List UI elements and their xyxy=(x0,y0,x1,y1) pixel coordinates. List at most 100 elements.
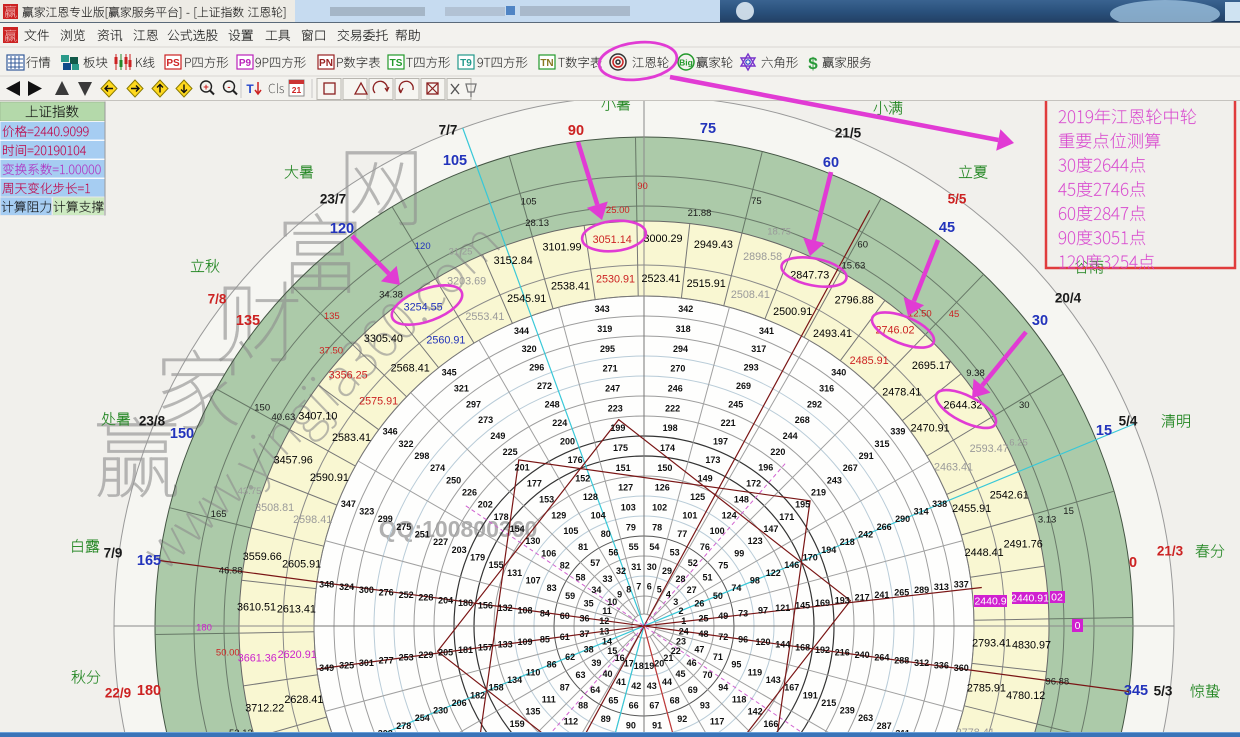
svg-text:2568.41: 2568.41 xyxy=(391,363,430,375)
svg-text:3712.22: 3712.22 xyxy=(245,703,284,715)
svg-text:75: 75 xyxy=(700,121,716,137)
svg-text:2508.41: 2508.41 xyxy=(731,289,770,301)
svg-text:79: 79 xyxy=(626,522,636,532)
svg-text:40: 40 xyxy=(602,669,612,679)
svg-text:44: 44 xyxy=(662,677,672,687)
svg-text:88: 88 xyxy=(578,701,588,711)
svg-text:105: 105 xyxy=(521,197,537,208)
svg-text:254: 254 xyxy=(415,713,430,723)
svg-text:336: 336 xyxy=(934,661,949,671)
svg-text:31: 31 xyxy=(631,562,641,572)
svg-text:216: 216 xyxy=(835,648,850,658)
svg-text:3508.81: 3508.81 xyxy=(255,502,294,514)
svg-text:19: 19 xyxy=(644,661,654,671)
svg-text:271: 271 xyxy=(603,364,618,374)
svg-text:105: 105 xyxy=(443,153,467,169)
svg-text:3407.10: 3407.10 xyxy=(298,410,337,422)
svg-text:133: 133 xyxy=(498,640,513,650)
svg-text:324: 324 xyxy=(339,582,354,592)
svg-text:37.50: 37.50 xyxy=(319,345,343,356)
svg-text:39: 39 xyxy=(591,658,601,668)
svg-text:323: 323 xyxy=(359,507,374,517)
svg-text:119: 119 xyxy=(748,667,763,677)
svg-text:147: 147 xyxy=(763,524,778,534)
svg-text:90: 90 xyxy=(568,123,584,139)
svg-text:170: 170 xyxy=(803,553,818,563)
svg-text:11: 11 xyxy=(602,606,612,616)
svg-text:343: 343 xyxy=(595,304,610,314)
svg-text:PS: PS xyxy=(166,58,180,69)
svg-text:15: 15 xyxy=(1096,423,1112,439)
svg-text:32: 32 xyxy=(616,566,626,576)
svg-text:345: 345 xyxy=(1124,683,1148,699)
svg-text:45: 45 xyxy=(939,220,955,236)
svg-text:2491.76: 2491.76 xyxy=(1004,539,1043,551)
svg-text:150: 150 xyxy=(170,426,194,442)
svg-text:18.75: 18.75 xyxy=(767,227,791,238)
svg-text:110: 110 xyxy=(526,667,541,677)
svg-text:134: 134 xyxy=(507,675,522,685)
svg-text:125: 125 xyxy=(690,492,705,502)
svg-text:73: 73 xyxy=(738,608,748,618)
svg-text:+: + xyxy=(203,82,209,93)
svg-text:321: 321 xyxy=(454,383,469,393)
svg-text:84: 84 xyxy=(540,608,550,618)
svg-text:2590.91: 2590.91 xyxy=(310,472,349,484)
svg-text:263: 263 xyxy=(858,713,873,723)
svg-text:142: 142 xyxy=(748,707,763,717)
svg-text:239: 239 xyxy=(840,706,855,716)
svg-text:111: 111 xyxy=(542,695,556,705)
svg-text:121: 121 xyxy=(775,603,790,613)
svg-text:272: 272 xyxy=(537,381,552,391)
svg-text:51: 51 xyxy=(702,573,712,583)
svg-text:196: 196 xyxy=(758,463,773,473)
svg-text:20/4: 20/4 xyxy=(1055,291,1082,306)
svg-text:4780.12: 4780.12 xyxy=(1006,690,1045,702)
svg-text:120: 120 xyxy=(755,637,770,647)
svg-text:24: 24 xyxy=(679,627,689,637)
svg-text:100: 100 xyxy=(710,526,725,536)
svg-text:22/9: 22/9 xyxy=(105,686,131,701)
svg-text:64: 64 xyxy=(590,685,600,695)
svg-text:101: 101 xyxy=(682,511,697,521)
svg-text:35: 35 xyxy=(584,598,594,608)
svg-text:13: 13 xyxy=(599,627,609,637)
svg-text:145: 145 xyxy=(795,601,810,611)
svg-text:135: 135 xyxy=(525,707,540,717)
svg-text:150: 150 xyxy=(657,463,672,473)
svg-text:131: 131 xyxy=(507,568,522,578)
svg-text:83: 83 xyxy=(547,583,557,593)
svg-text:182: 182 xyxy=(470,690,485,700)
svg-text:2440.9: 2440.9 xyxy=(974,596,1006,608)
svg-text:46.88: 46.88 xyxy=(219,566,243,577)
svg-text:240: 240 xyxy=(855,650,870,660)
svg-text:96: 96 xyxy=(738,635,748,645)
svg-text:153: 153 xyxy=(539,495,554,505)
svg-text:344: 344 xyxy=(514,326,529,336)
svg-text:201: 201 xyxy=(515,463,530,473)
svg-text:247: 247 xyxy=(605,384,620,394)
svg-text:347: 347 xyxy=(341,499,356,509)
svg-text:7/9: 7/9 xyxy=(104,546,123,561)
svg-text:277: 277 xyxy=(379,655,394,665)
svg-text:291: 291 xyxy=(859,451,874,461)
svg-text:TN: TN xyxy=(540,58,553,69)
svg-text:220: 220 xyxy=(770,447,785,457)
svg-text:224: 224 xyxy=(552,418,567,428)
svg-text:2785.91: 2785.91 xyxy=(967,683,1006,695)
svg-text:Big: Big xyxy=(679,58,693,68)
svg-text:2478.41: 2478.41 xyxy=(882,387,921,399)
svg-text:34: 34 xyxy=(591,585,601,595)
svg-text:120: 120 xyxy=(330,221,354,237)
svg-text:325: 325 xyxy=(339,661,354,671)
svg-text:103: 103 xyxy=(621,502,636,512)
svg-text:0: 0 xyxy=(1129,555,1137,571)
svg-text:268: 268 xyxy=(795,415,810,425)
svg-text:200: 200 xyxy=(560,437,575,447)
svg-text:104: 104 xyxy=(591,511,606,521)
svg-text:28: 28 xyxy=(675,574,685,584)
svg-text:54: 54 xyxy=(649,542,659,552)
svg-text:219: 219 xyxy=(811,488,826,498)
svg-text:2583.41: 2583.41 xyxy=(332,432,371,444)
svg-text:146: 146 xyxy=(784,560,799,570)
